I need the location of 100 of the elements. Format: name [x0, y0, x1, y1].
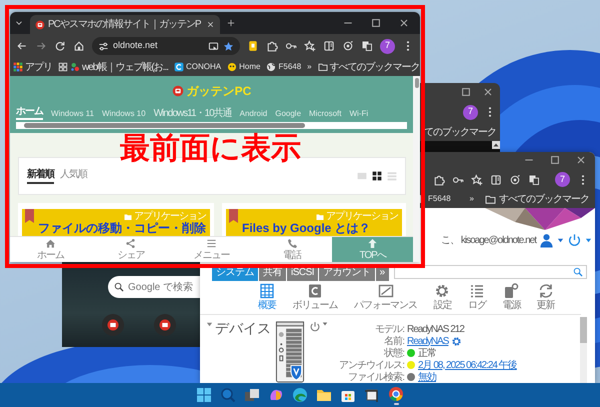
- scrollbar[interactable]: [580, 317, 587, 383]
- folder-icon[interactable]: [316, 387, 332, 403]
- avatar-button[interactable]: 7: [555, 172, 570, 188]
- phone-icon: [286, 238, 298, 249]
- lens-icon[interactable]: [342, 40, 354, 52]
- shortcut-icon[interactable]: [102, 314, 124, 336]
- nav-link[interactable]: Google: [275, 110, 302, 120]
- search-icon[interactable]: [573, 267, 583, 277]
- nav-link[interactable]: Windows11・10共通: [154, 108, 232, 120]
- cast-icon[interactable]: [208, 40, 219, 52]
- grid-icon: [259, 283, 276, 299]
- grid-icon[interactable]: [58, 62, 68, 72]
- start-icon[interactable]: [196, 387, 212, 403]
- settings-icon[interactable]: [451, 336, 462, 346]
- star-plus-icon[interactable]: [304, 40, 316, 52]
- toolbar-button[interactable]: 設定: [433, 283, 452, 311]
- browser-tab[interactable]: PCやスマホの情報サイト｜ガッテンP: [30, 15, 220, 34]
- toolbar-button[interactable]: ボリューム: [292, 283, 338, 311]
- bookmark-link[interactable]: F5648: [278, 62, 302, 72]
- bottom-nav-button[interactable]: TOPへ: [332, 237, 413, 262]
- bookmark-link[interactable]: Home: [239, 62, 260, 72]
- maximize-icon[interactable]: [549, 154, 561, 166]
- article-title[interactable]: Files by Google とは？: [242, 222, 398, 236]
- article-title[interactable]: ファイルの移動・コピー・削除: [38, 222, 206, 236]
- toolbar-button[interactable]: 電源: [502, 283, 520, 311]
- nav-link[interactable]: Windows 10: [102, 110, 146, 120]
- bookmark-link[interactable]: web帳｜ウェブ帳(お...: [82, 62, 168, 72]
- lens-icon[interactable]: [509, 174, 521, 186]
- all-bookmarks-button[interactable]: すべてのブックマーク: [330, 62, 420, 72]
- sort-tab[interactable]: 新着順: [27, 168, 54, 184]
- key-icon[interactable]: [285, 40, 297, 52]
- translate-icon[interactable]: [361, 40, 373, 52]
- bottom-nav-button[interactable]: ホーム: [10, 237, 91, 262]
- close-icon[interactable]: [398, 17, 410, 29]
- search-field[interactable]: [394, 265, 587, 279]
- maximize-icon[interactable]: [460, 86, 472, 98]
- close-icon[interactable]: [482, 86, 494, 98]
- new-tab-icon[interactable]: [226, 18, 236, 28]
- crop-icon[interactable]: [364, 387, 380, 403]
- close-icon[interactable]: [206, 20, 215, 29]
- bookmark-link[interactable]: F5648: [428, 195, 451, 204]
- star-icon[interactable]: [223, 40, 234, 52]
- toolbar-button[interactable]: 更新: [536, 283, 555, 311]
- puzzle-icon[interactable]: [266, 40, 278, 52]
- nav-link[interactable]: ホーム: [16, 106, 43, 120]
- bookmark-link[interactable]: CONOHA: [186, 62, 222, 72]
- sort-tab[interactable]: 人気順: [60, 168, 87, 184]
- nav-link[interactable]: Wi-Fi: [349, 110, 368, 120]
- reload-icon[interactable]: [54, 40, 66, 52]
- avatar-button[interactable]: 7: [380, 38, 395, 54]
- address-bar[interactable]: oldnote.net: [92, 37, 240, 55]
- bookmark-label[interactable]: てのブックマーク: [424, 126, 496, 138]
- value-link[interactable]: 無効: [418, 372, 436, 382]
- tune-icon[interactable]: [98, 40, 109, 52]
- power-icon[interactable]: [567, 233, 582, 248]
- share-icon: [125, 238, 136, 249]
- caret-icon[interactable]: [322, 321, 328, 327]
- more-bookmarks-button[interactable]: »: [470, 195, 474, 204]
- avatar-button[interactable]: 7: [463, 104, 478, 120]
- value-link[interactable]: ReadyNAS: [407, 336, 448, 346]
- scrollbar[interactable]: [413, 76, 420, 262]
- smiley-face-icon: [227, 62, 238, 72]
- caret-icon[interactable]: [557, 237, 564, 244]
- home-icon[interactable]: [73, 40, 85, 52]
- forward-icon[interactable]: [35, 40, 47, 52]
- translate-icon[interactable]: [528, 174, 540, 186]
- bottom-nav-button[interactable]: 電話: [252, 237, 332, 262]
- toolbar-button[interactable]: パフォーマンス: [354, 283, 418, 311]
- back-icon[interactable]: [16, 40, 28, 52]
- swirl-icon[interactable]: [268, 387, 284, 403]
- search-field[interactable]: Google で検索: [108, 276, 200, 298]
- bookmark-link[interactable]: アプリ: [25, 62, 52, 72]
- power-icon[interactable]: [309, 321, 321, 333]
- side-panel-icon[interactable]: [490, 174, 502, 186]
- article-card[interactable]: アプリケーション ファイルの移動・コピー・削除: [18, 203, 214, 238]
- bottom-nav-button[interactable]: シェア: [90, 237, 172, 262]
- nav-link[interactable]: Windows 11: [51, 110, 94, 120]
- grid-view-icon[interactable]: [372, 171, 382, 181]
- user-icon[interactable]: [539, 233, 554, 248]
- wave-icon[interactable]: [292, 387, 308, 403]
- all-bookmarks-button[interactable]: すべてのブックマーク: [499, 194, 589, 205]
- article-card[interactable]: アプリケーション Files by Google とは？: [222, 203, 406, 238]
- bottom-nav-button[interactable]: メニュー: [171, 237, 252, 262]
- value-link[interactable]: 2月 08, 2025 06:42:24 午後: [418, 360, 517, 370]
- more-bookmarks-button[interactable]: »: [307, 62, 312, 72]
- nav-link[interactable]: Microsoft: [309, 110, 342, 120]
- scroll-arrow-icon[interactable]: [492, 141, 500, 149]
- toolbar-button[interactable]: 概要: [258, 283, 276, 311]
- toolbar-button[interactable]: ログ: [468, 283, 486, 311]
- side-panel-icon[interactable]: [323, 40, 335, 52]
- collapse-triangle-icon[interactable]: [206, 321, 213, 328]
- nav-link[interactable]: Android: [240, 110, 268, 120]
- extension-icon[interactable]: [247, 40, 259, 52]
- scrollbar[interactable]: [16, 122, 407, 129]
- task-view-icon[interactable]: [244, 387, 260, 403]
- puzzle-icon[interactable]: [433, 174, 445, 186]
- star-plus-icon[interactable]: [471, 174, 483, 186]
- maximize-icon[interactable]: [370, 17, 382, 29]
- shortcut-icon[interactable]: [154, 314, 176, 336]
- circle-logo-icon[interactable]: [388, 386, 404, 402]
